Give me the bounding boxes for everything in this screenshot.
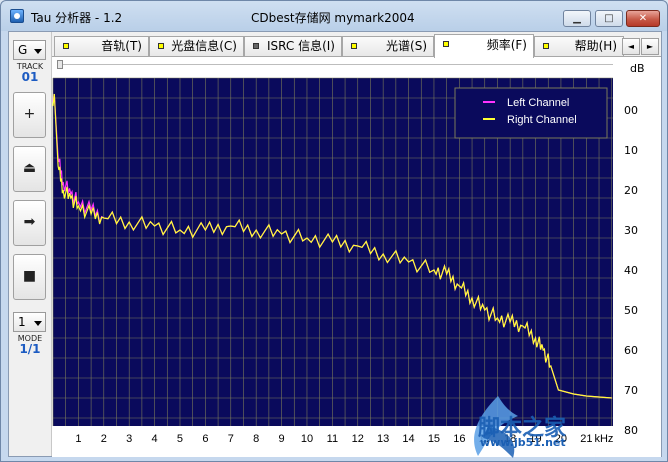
y-tick-label: 00	[624, 104, 638, 117]
x-tick-label: 13	[377, 433, 389, 445]
legend-box	[454, 87, 608, 139]
tab-label: 频率(F)	[486, 38, 527, 52]
x-tick-label: 5	[177, 433, 183, 445]
x-tick-label: 14	[402, 433, 414, 445]
maximize-button[interactable]: □	[595, 10, 623, 27]
legend-label: Left Channel	[507, 97, 569, 109]
eject-button[interactable]: ⏏	[13, 146, 46, 192]
x-tick-label: 15	[428, 433, 440, 445]
drive-select[interactable]: G	[13, 40, 46, 60]
x-tick-label: 12	[352, 433, 364, 445]
y-tick-label: 20	[624, 184, 638, 197]
y-tick-label: 50	[624, 304, 638, 317]
x-tick-label: 2	[101, 433, 107, 445]
x-tick-label: 9	[279, 433, 285, 445]
arrow-right-icon: ➡	[23, 214, 36, 230]
y-tick-label: 40	[624, 264, 638, 277]
app-icon	[10, 9, 24, 23]
tab-scroll-left-button[interactable]: ◄	[622, 38, 640, 55]
tab-frequency[interactable]: 频率(F)	[434, 34, 534, 58]
x-tick-label: 1	[75, 433, 81, 445]
chevron-down-icon	[34, 321, 42, 326]
minimize-button[interactable]: ▁	[563, 10, 591, 27]
watermark-url: www.jb51.net	[480, 436, 566, 449]
tab-scroll-controls: ◄ ►	[622, 38, 661, 55]
drive-select-value: G	[18, 43, 28, 57]
mode-select[interactable]: 1	[13, 312, 46, 332]
x-tick-label: 6	[202, 433, 208, 445]
x-tick-label: 11	[327, 433, 338, 445]
x-tick-label: 4	[152, 433, 158, 445]
x-tick-label: 7	[228, 433, 234, 445]
y-tick-label: 10	[624, 144, 638, 157]
y-axis-unit: dB	[630, 62, 645, 75]
chevron-down-icon	[34, 49, 42, 54]
add-button[interactable]: +	[13, 92, 46, 138]
x-tick-label: 10	[301, 433, 313, 445]
x-tick-label: 3	[126, 433, 132, 445]
window-title: Tau 分析器 - 1.2	[31, 11, 123, 25]
stop-button[interactable]: ■	[13, 254, 46, 300]
title-bar: Tau 分析器 - 1.2 CDbest存储网 mymark2004 ▁ □ ✕	[1, 1, 667, 31]
stop-icon: ■	[22, 268, 37, 284]
plus-icon: +	[23, 106, 36, 122]
tab-scroll-right-button[interactable]: ►	[641, 38, 659, 55]
mode-select-value: 1	[18, 315, 26, 329]
close-button[interactable]: ✕	[626, 10, 660, 27]
x-tick-label: 8	[253, 433, 259, 445]
y-tick-label: 60	[624, 344, 638, 357]
y-tick-label: 30	[624, 224, 638, 237]
legend-label: Right Channel	[507, 114, 577, 126]
window-subtitle: CDbest存储网 mymark2004	[251, 11, 415, 25]
next-button[interactable]: ➡	[13, 200, 46, 246]
eject-icon: ⏏	[22, 160, 37, 176]
